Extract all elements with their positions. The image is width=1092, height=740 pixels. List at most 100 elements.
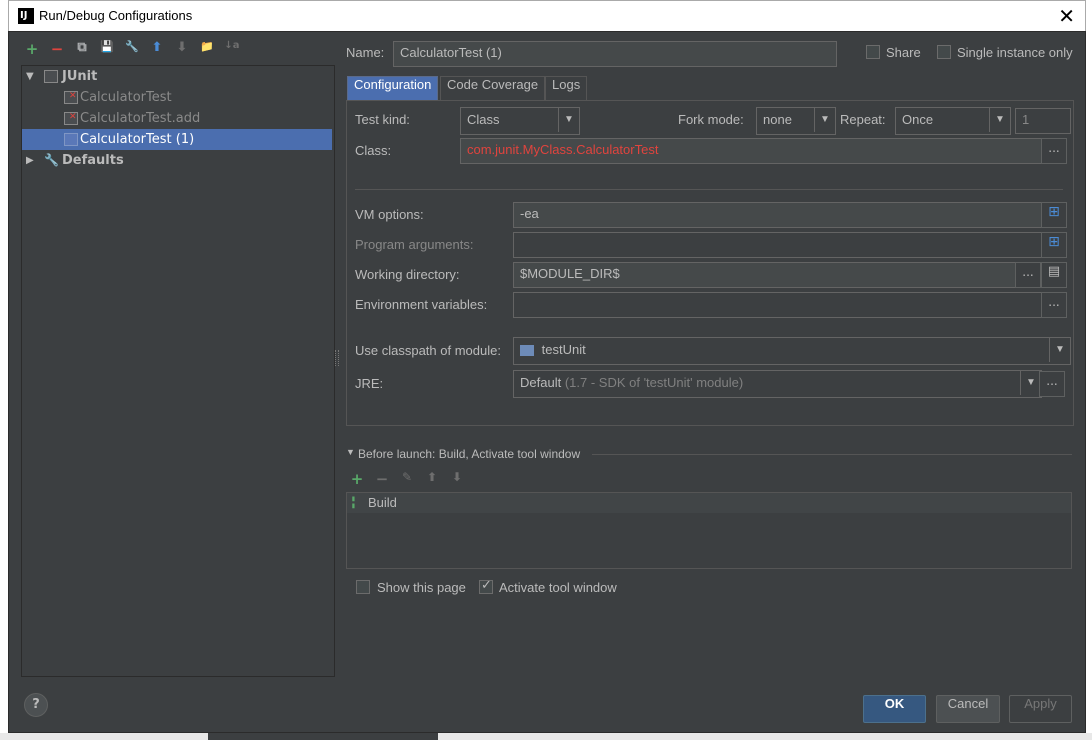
tree-node-label: Defaults [62,153,124,168]
environment-variables-field[interactable] [513,292,1045,318]
build-icon: ▮ ▮ [351,494,356,510]
move-up-icon[interactable]: ⬆ [148,40,166,58]
tree-item-calculatortest-1[interactable]: CalculatorTest (1) [22,129,332,150]
name-label: Name: [346,45,385,60]
single-instance-checkbox[interactable] [937,45,951,59]
before-launch-task-list: ▮ ▮ Build [346,492,1072,569]
background-right [1086,0,1092,740]
repeat-value: Once [902,112,934,127]
tree-item-calculatortest-add[interactable]: CalculatorTest.add [22,107,332,129]
single-instance-label: Single instance only [957,45,1073,60]
tab-logs[interactable]: Logs [545,76,588,101]
add-config-icon[interactable]: + [23,40,41,58]
jre-select[interactable]: Default (1.7 - SDK of 'testUnit' module)… [513,370,1042,398]
copy-config-icon[interactable]: ⧉ [73,40,91,58]
test-kind-value: Class [467,112,500,127]
splitter-handle[interactable] [335,350,339,366]
program-arguments-label: Program arguments: [355,237,474,252]
edit-defaults-icon[interactable]: 🔧 [123,40,141,58]
name-field[interactable]: CalculatorTest (1) [393,41,837,67]
task-label: Build [368,495,397,510]
cancel-button[interactable]: Cancel [936,695,1000,723]
classpath-module-value: testUnit [541,342,586,357]
program-arguments-field[interactable] [513,232,1045,258]
close-icon[interactable]: ✕ [1058,4,1075,28]
expand-field-icon[interactable]: ⊞ [1041,202,1067,228]
help-icon[interactable]: ? [24,693,48,717]
tree-node-label: JUnit [62,69,98,84]
remove-config-icon[interactable]: − [48,40,66,58]
expand-arrow-icon[interactable]: ▼ [26,66,34,87]
move-down-icon: ⬇ [451,470,463,484]
window-titlebar: IJ Run/Debug Configurations ✕ [8,0,1086,31]
save-config-icon[interactable]: 💾 [98,40,116,58]
wrench-icon: 🔧 [44,153,59,167]
class-browse-button[interactable]: ... [1041,138,1067,164]
config-tree: ▼ JUnit CalculatorTest CalculatorTest.ad… [21,65,335,677]
environment-variables-browse-button[interactable]: ... [1041,292,1067,318]
add-task-icon[interactable]: + [348,470,366,488]
before-launch-divider [592,454,1072,455]
sort-icon: ↓a [224,40,240,51]
collapse-arrow-icon[interactable]: ▶ [26,150,34,171]
working-directory-label: Working directory: [355,267,460,282]
share-checkbox[interactable] [866,45,880,59]
tab-code-coverage[interactable]: Code Coverage [440,76,546,101]
working-directory-browse-button[interactable]: ... [1015,262,1041,288]
background-left [0,0,8,740]
vm-options-field[interactable]: -ea [513,202,1045,228]
ok-button[interactable]: OK [863,695,926,723]
class-field[interactable]: com.junit.MyClass.CalculatorTest [460,138,1045,164]
app-logo-icon: IJ [18,8,34,24]
expand-field-icon[interactable]: ⊞ [1041,232,1067,258]
test-config-error-icon [64,107,78,128]
background-bottom [0,733,1092,740]
working-directory-field[interactable]: $MODULE_DIR$ [513,262,1020,288]
apply-button: Apply [1009,695,1072,723]
chevron-down-icon: ▼ [558,108,579,132]
tab-configuration[interactable]: Configuration [347,76,439,101]
task-row-build[interactable]: ▮ ▮ Build [347,493,1071,513]
class-label: Class: [355,143,392,158]
jre-detail: (1.7 - SDK of 'testUnit' module) [564,375,744,390]
fork-mode-select[interactable]: none ▼ [756,107,836,135]
tree-item-label: CalculatorTest (1) [80,132,195,147]
jre-label: JRE: [355,376,384,391]
collapse-arrow-icon[interactable]: ▼ [346,447,355,457]
move-up-icon: ⬆ [426,470,438,484]
jre-value: Default [520,375,562,390]
insert-macro-icon[interactable]: ▤ [1041,262,1067,288]
repeat-count-field[interactable]: 1 [1015,108,1071,134]
before-launch-header[interactable]: Before launch: Build, Activate tool wind… [358,447,580,461]
section-divider [355,189,1063,190]
test-config-icon [64,133,78,146]
classpath-module-select[interactable]: testUnit ▼ [513,337,1071,365]
chevron-down-icon: ▼ [1020,371,1041,395]
edit-task-icon: ✎ [401,470,413,484]
repeat-label: Repeat: [840,112,886,127]
tree-node-defaults[interactable]: ▶ 🔧 Defaults [22,150,332,171]
environment-variables-label: Environment variables: [355,297,488,312]
vm-options-label: VM options: [355,207,424,222]
tree-item-calculatortest[interactable]: CalculatorTest [22,86,332,108]
tree-node-junit[interactable]: ▼ JUnit [22,66,332,87]
window-title: Run/Debug Configurations [39,8,193,23]
classpath-module-label: Use classpath of module: [355,343,501,358]
dialog-body: + − ⧉ 💾 🔧 ⬆ ⬇ 📁 ↓a ▼ JUnit CalculatorTes… [8,31,1086,733]
repeat-select[interactable]: Once ▼ [895,107,1011,135]
background-bottom-editor [208,733,438,740]
folder-icon[interactable]: 📁 [198,40,216,58]
module-folder-icon [520,345,534,357]
activate-tool-window-label: Activate tool window [499,580,617,595]
show-this-page-checkbox[interactable] [356,580,370,594]
show-this-page-label: Show this page [377,580,466,595]
activate-tool-window-checkbox[interactable] [479,578,493,594]
junit-icon [44,70,58,83]
chevron-down-icon: ▼ [989,108,1010,132]
tree-item-label: CalculatorTest.add [80,111,201,126]
test-kind-label: Test kind: [355,112,410,127]
chevron-down-icon: ▼ [1049,338,1070,362]
move-down-icon: ⬇ [176,40,188,55]
jre-browse-button[interactable]: ... [1039,371,1065,397]
test-kind-select[interactable]: Class ▼ [460,107,580,135]
